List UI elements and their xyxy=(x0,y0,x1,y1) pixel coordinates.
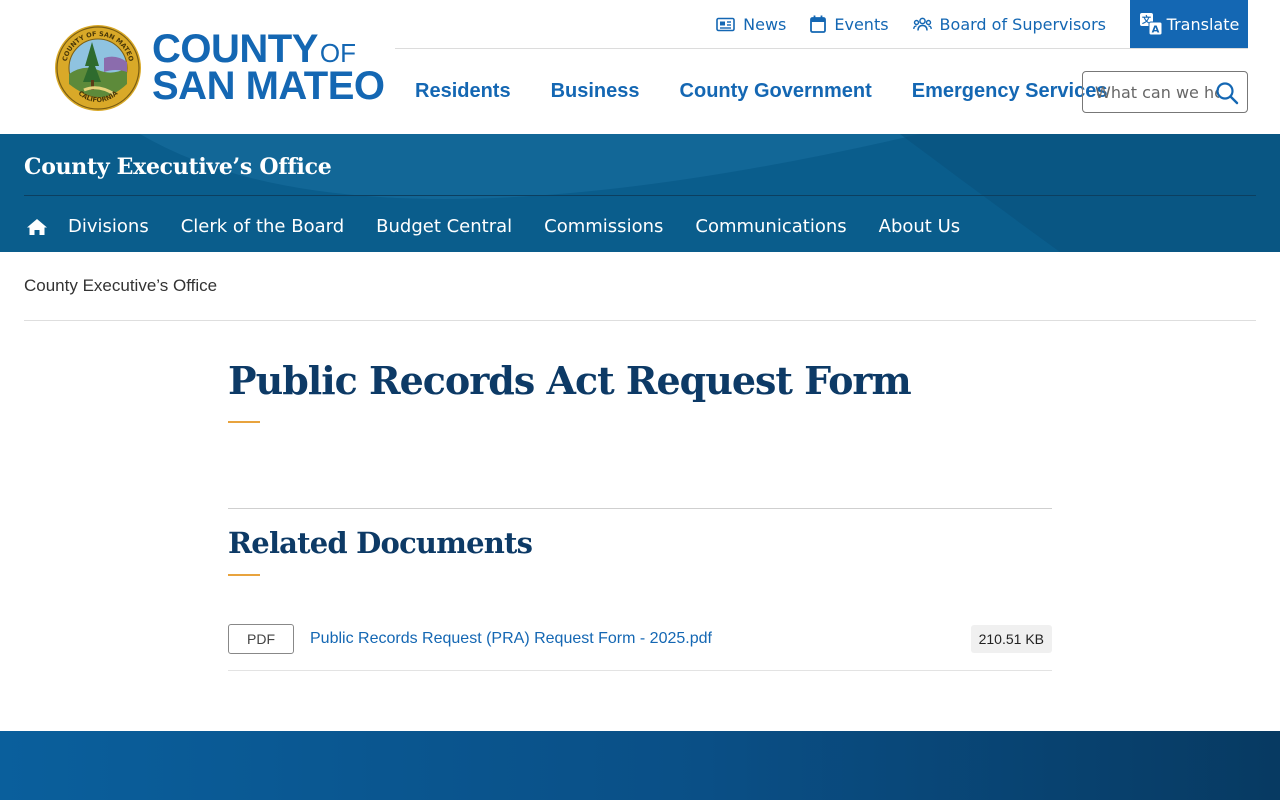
file-type-badge: PDF xyxy=(228,624,294,654)
department-subnav: Divisions Clerk of the Board Budget Cent… xyxy=(26,216,992,237)
translate-button[interactable]: 文 A Translate xyxy=(1130,0,1248,49)
nav-business[interactable]: Business xyxy=(551,80,640,103)
breadcrumb-divider xyxy=(24,320,1256,321)
events-label: Events xyxy=(834,14,889,34)
subnav-clerk-of-the-board[interactable]: Clerk of the Board xyxy=(181,216,344,237)
people-group-icon xyxy=(912,17,932,31)
utility-nav: News Events Board of Supervisors 文 A Tra… xyxy=(716,0,1248,49)
site-footer xyxy=(0,731,1280,800)
related-documents-heading: Related Documents xyxy=(228,526,533,560)
department-title[interactable]: County Executive’s Office xyxy=(24,154,332,180)
site-header: COUNTY OF SAN MATEO CALIFORNIA COUNTY OF … xyxy=(0,0,1280,134)
svg-text:A: A xyxy=(1151,25,1159,36)
newspaper-icon xyxy=(716,17,735,31)
subnav-about-us[interactable]: About Us xyxy=(879,216,961,237)
nav-county-government[interactable]: County Government xyxy=(680,80,872,103)
main-nav: Residents Business County Government Eme… xyxy=(415,80,1147,103)
section-accent-bar xyxy=(228,574,260,576)
board-of-supervisors-link[interactable]: Board of Supervisors xyxy=(912,14,1106,34)
news-label: News xyxy=(743,14,787,34)
wordmark-san-mateo: SAN MATEO xyxy=(152,64,385,108)
calendar-icon xyxy=(810,15,827,33)
header-divider xyxy=(395,48,1248,49)
home-icon xyxy=(27,218,47,235)
home-link[interactable] xyxy=(26,218,48,236)
department-banner: County Executive’s Office Divisions Cler… xyxy=(0,134,1280,252)
search-box xyxy=(1082,71,1248,113)
department-divider xyxy=(24,195,1256,196)
translate-label: Translate xyxy=(1166,14,1240,34)
nav-residents[interactable]: Residents xyxy=(415,80,511,103)
file-size-badge: 210.51 KB xyxy=(970,625,1052,653)
search-icon[interactable] xyxy=(1215,81,1239,105)
events-link[interactable]: Events xyxy=(810,14,889,34)
county-wordmark: COUNTY OF SAN MATEO xyxy=(152,27,385,108)
subnav-commissions[interactable]: Commissions xyxy=(544,216,663,237)
content-divider xyxy=(228,508,1052,509)
subnav-divisions[interactable]: Divisions xyxy=(68,216,149,237)
subnav-budget-central[interactable]: Budget Central xyxy=(376,216,512,237)
board-of-supervisors-label: Board of Supervisors xyxy=(939,14,1106,34)
title-accent-bar xyxy=(228,421,260,423)
nav-emergency-services[interactable]: Emergency Services xyxy=(912,80,1108,103)
news-link[interactable]: News xyxy=(716,15,786,34)
page-title: Public Records Act Request Form xyxy=(228,358,912,403)
search-input[interactable] xyxy=(1095,82,1219,102)
wordmark-of: OF xyxy=(319,38,356,69)
subnav-communications[interactable]: Communications xyxy=(695,216,846,237)
document-row: PDF Public Records Request (PRA) Request… xyxy=(228,624,1052,671)
wordmark-county: COUNTY xyxy=(152,27,318,72)
county-logo[interactable]: COUNTY OF SAN MATEO CALIFORNIA COUNTY OF … xyxy=(54,24,385,112)
county-seal-icon: COUNTY OF SAN MATEO CALIFORNIA xyxy=(55,25,141,111)
breadcrumb[interactable]: County Executive’s Office xyxy=(24,276,217,296)
document-link[interactable]: Public Records Request (PRA) Request For… xyxy=(310,630,712,648)
translate-icon: 文 A xyxy=(1139,13,1163,36)
